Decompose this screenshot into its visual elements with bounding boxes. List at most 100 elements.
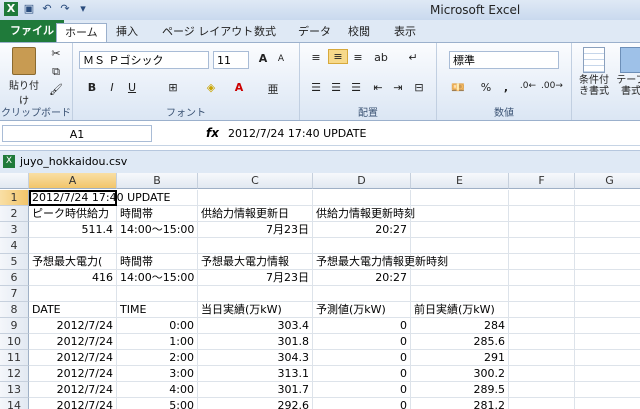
cell-f9[interactable] [509, 318, 575, 334]
cell-g14[interactable] [575, 398, 640, 409]
cell-g8[interactable] [575, 302, 640, 318]
cell-c1[interactable] [198, 190, 313, 206]
percent-icon[interactable]: % [479, 81, 493, 94]
increase-indent-icon[interactable]: ⇥ [390, 81, 406, 94]
row-header-12[interactable]: 12 [0, 366, 29, 382]
align-right-icon[interactable]: ☰ [348, 81, 364, 94]
cell-c8[interactable]: 当日実績(万kW) [198, 302, 313, 318]
fill-color-icon[interactable]: ◈ [203, 81, 219, 94]
cell-d14[interactable]: 0 [313, 398, 411, 409]
column-header-b[interactable]: B [117, 173, 198, 189]
cell-f10[interactable] [509, 334, 575, 350]
cell-d6[interactable]: 20:27 [313, 270, 411, 286]
cell-f8[interactable] [509, 302, 575, 318]
cell-e11[interactable]: 291 [411, 350, 509, 366]
cell-a10[interactable]: 2012/7/24 [29, 334, 117, 350]
increase-font-icon[interactable]: A [255, 52, 271, 65]
cell-e8[interactable]: 前日実績(万kW) [411, 302, 509, 318]
cell-e6[interactable] [411, 270, 509, 286]
column-header-a[interactable]: A [29, 173, 117, 189]
cell-c4[interactable] [198, 238, 313, 254]
bold-icon[interactable]: B [85, 81, 99, 94]
cell-d13[interactable]: 0 [313, 382, 411, 398]
decrease-decimal-icon[interactable]: .00→ [541, 81, 563, 91]
orientation-icon[interactable]: ab [372, 51, 390, 64]
cell-b8[interactable]: TIME [117, 302, 198, 318]
row-header-2[interactable]: 2 [0, 206, 29, 222]
cell-e14[interactable]: 281.2 [411, 398, 509, 409]
column-header-c[interactable]: C [198, 173, 313, 189]
tab-file[interactable]: ファイル [0, 20, 64, 42]
cell-d8[interactable]: 予測値(万kW) [313, 302, 411, 318]
format-as-table-button[interactable]: テーブ書式 [616, 47, 640, 97]
cell-d5[interactable]: 予想最大電力情報更新時刻 [313, 254, 448, 270]
cell-b1[interactable] [117, 190, 198, 206]
row-header-1[interactable]: 1 [0, 190, 29, 206]
cell-c11[interactable]: 304.3 [198, 350, 313, 366]
align-bottom-icon[interactable]: ≡ [350, 51, 366, 64]
cell-c12[interactable]: 313.1 [198, 366, 313, 382]
cell-e12[interactable]: 300.2 [411, 366, 509, 382]
cell-f11[interactable] [509, 350, 575, 366]
cell-a11[interactable]: 2012/7/24 [29, 350, 117, 366]
cell-e13[interactable]: 289.5 [411, 382, 509, 398]
wrap-text-icon[interactable]: ↵ [404, 51, 422, 64]
cell-c7[interactable] [198, 286, 313, 302]
row-header-10[interactable]: 10 [0, 334, 29, 350]
phonetic-icon[interactable]: 亜 [265, 81, 281, 97]
redo-icon[interactable]: ↷ [58, 2, 72, 16]
cell-c3[interactable]: 7月23日 [198, 222, 313, 238]
cell-d11[interactable]: 0 [313, 350, 411, 366]
column-header-f[interactable]: F [509, 173, 575, 189]
cell-a2[interactable]: ピーク時供給力 [29, 206, 117, 222]
cell-b6[interactable]: 14:00～15:00 [117, 270, 198, 286]
cut-icon[interactable]: ✂ [48, 47, 64, 60]
format-painter-icon[interactable]: 🖌 [48, 83, 64, 96]
cell-a6[interactable]: 416 [29, 270, 117, 286]
italic-icon[interactable]: I [105, 81, 119, 94]
cell-a3[interactable]: 511.4 [29, 222, 117, 238]
comma-icon[interactable]: , [499, 81, 513, 94]
cell-b4[interactable] [117, 238, 198, 254]
tab-data[interactable]: データ [290, 23, 339, 41]
tab-insert[interactable]: 挿入 [108, 23, 146, 41]
cell-b13[interactable]: 4:00 [117, 382, 198, 398]
cell-g10[interactable] [575, 334, 640, 350]
align-center-icon[interactable]: ☰ [328, 81, 344, 94]
cell-g11[interactable] [575, 350, 640, 366]
cell-c14[interactable]: 292.6 [198, 398, 313, 409]
cell-g5[interactable] [575, 254, 640, 270]
cell-f5[interactable] [509, 254, 575, 270]
cell-b14[interactable]: 5:00 [117, 398, 198, 409]
cell-g13[interactable] [575, 382, 640, 398]
row-header-8[interactable]: 8 [0, 302, 29, 318]
cell-a12[interactable]: 2012/7/24 [29, 366, 117, 382]
tab-view[interactable]: 表示 [386, 23, 424, 41]
borders-icon[interactable]: ⊞ [165, 81, 181, 94]
cell-a5[interactable]: 予想最大電力( [29, 254, 117, 270]
font-name-select[interactable]: ＭＳ Ｐゴシック [79, 51, 209, 69]
cell-e2[interactable] [411, 206, 509, 222]
row-header-5[interactable]: 5 [0, 254, 29, 270]
align-top-icon[interactable]: ≡ [308, 51, 324, 64]
cell-d1[interactable] [313, 190, 411, 206]
select-all-corner[interactable] [0, 173, 29, 189]
fx-icon[interactable]: fx [206, 126, 219, 140]
tab-home[interactable]: ホーム [56, 23, 107, 42]
cell-f4[interactable] [509, 238, 575, 254]
row-header-11[interactable]: 11 [0, 350, 29, 366]
cell-b12[interactable]: 3:00 [117, 366, 198, 382]
cell-b9[interactable]: 0:00 [117, 318, 198, 334]
cell-f2[interactable] [509, 206, 575, 222]
save-icon[interactable]: ▣ [22, 2, 36, 16]
cell-e5[interactable] [411, 254, 509, 270]
copy-icon[interactable]: ⧉ [48, 65, 64, 79]
column-header-e[interactable]: E [411, 173, 509, 189]
cell-g4[interactable] [575, 238, 640, 254]
cell-c13[interactable]: 301.7 [198, 382, 313, 398]
row-header-13[interactable]: 13 [0, 382, 29, 398]
cell-d4[interactable] [313, 238, 411, 254]
cell-e7[interactable] [411, 286, 509, 302]
tab-review[interactable]: 校閲 [340, 23, 378, 41]
font-color-icon[interactable]: A [231, 81, 247, 94]
